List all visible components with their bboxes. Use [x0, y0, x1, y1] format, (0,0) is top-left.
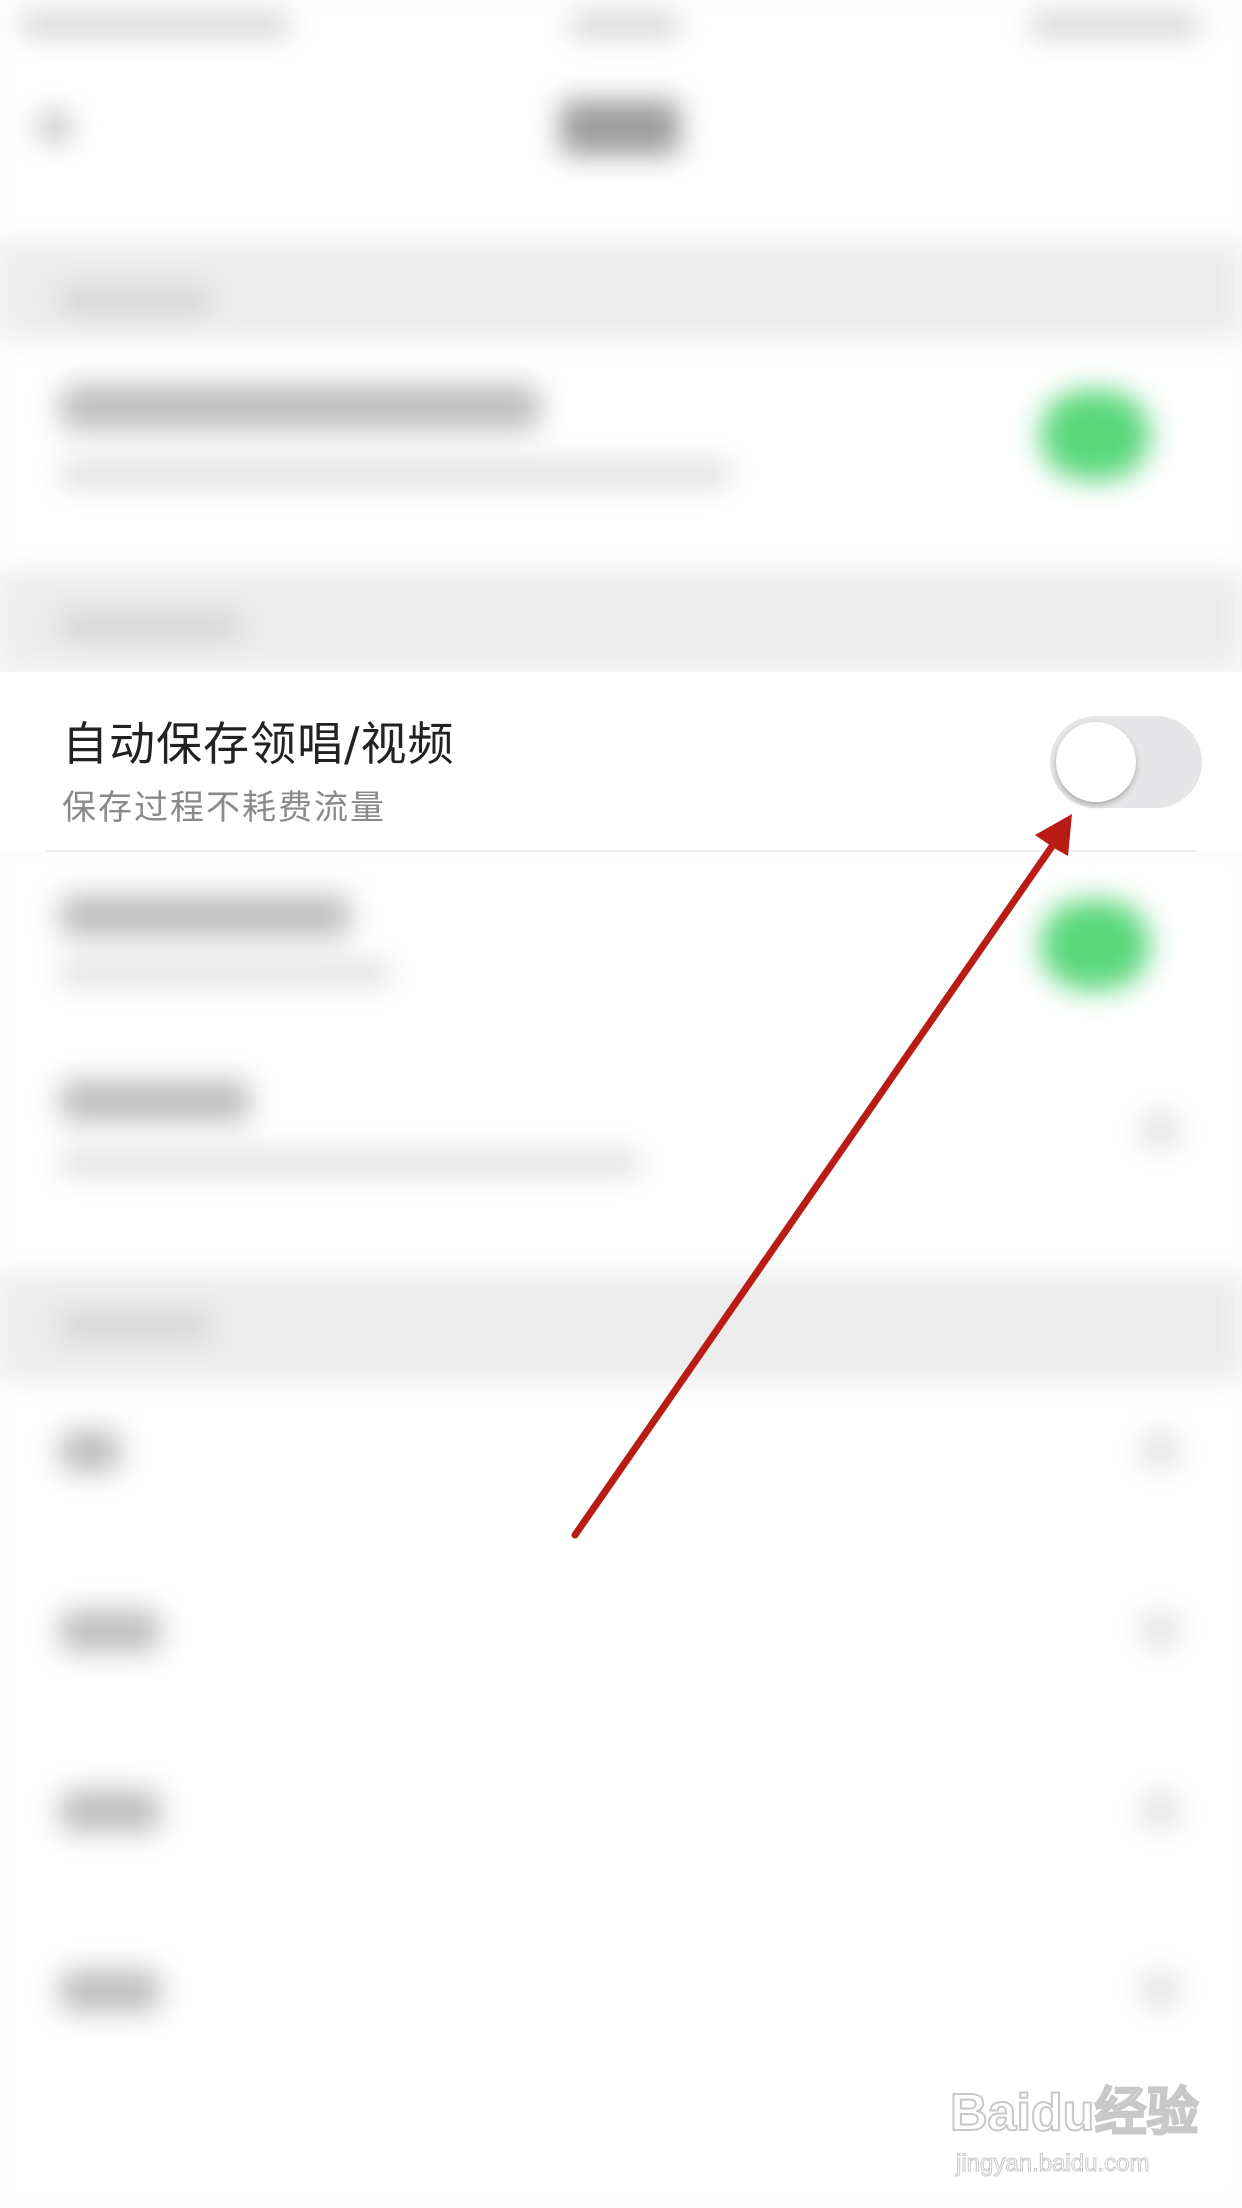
blurred-page-title — [560, 100, 680, 155]
row-divider — [46, 850, 1196, 852]
blurred-chevron-3 — [1140, 1610, 1180, 1650]
blurred-setting-3-subtitle — [60, 960, 390, 986]
settings-screen: 自动保存领唱/视频 保存过程不耗费流量 Baidu经验 jingyan.baid… — [0, 0, 1242, 2208]
blurred-back-icon — [40, 112, 70, 142]
blurred-section-label-2 — [60, 615, 240, 637]
auto-save-title: 自动保存领唱/视频 — [62, 717, 455, 771]
auto-save-subtitle: 保存过程不耗费流量 — [62, 788, 386, 828]
blurred-status-icons — [1030, 14, 1200, 36]
blurred-toggle-on-1 — [1040, 390, 1150, 480]
blurred-background — [0, 0, 1242, 2208]
blurred-status-time — [570, 14, 680, 36]
auto-save-setting-row[interactable]: 自动保存领唱/视频 保存过程不耗费流量 — [0, 672, 1242, 852]
blurred-setting-4-title — [60, 1080, 250, 1122]
blurred-list-item-3 — [60, 1790, 160, 1832]
blurred-status-text — [20, 14, 290, 36]
blurred-chevron-5 — [1140, 1970, 1180, 2010]
blurred-setting-3-title — [60, 895, 350, 937]
blurred-chevron-2 — [1140, 1430, 1180, 1470]
watermark-logo: Baidu经验 — [949, 2083, 1199, 2143]
blurred-list-item-2 — [60, 1610, 160, 1652]
blurred-toggle-on-2 — [1040, 900, 1150, 990]
auto-save-toggle[interactable] — [1050, 716, 1202, 808]
blurred-section-label-3 — [60, 1315, 210, 1337]
blurred-list-item-1 — [60, 1430, 120, 1472]
blurred-setting-1-subtitle — [60, 460, 730, 488]
blurred-list-item-4 — [60, 1970, 160, 2012]
blurred-section-label — [60, 290, 210, 312]
watermark-url: jingyan.baidu.com — [955, 2150, 1150, 2178]
baidu-jingyan-watermark: Baidu经验 jingyan.baidu.com — [949, 2070, 1200, 2190]
blurred-setting-4-subtitle — [60, 1150, 640, 1176]
blurred-setting-1-title — [60, 385, 540, 430]
blurred-chevron-4 — [1140, 1790, 1180, 1830]
blurred-chevron-1 — [1140, 1110, 1180, 1150]
toggle-knob — [1056, 722, 1136, 802]
